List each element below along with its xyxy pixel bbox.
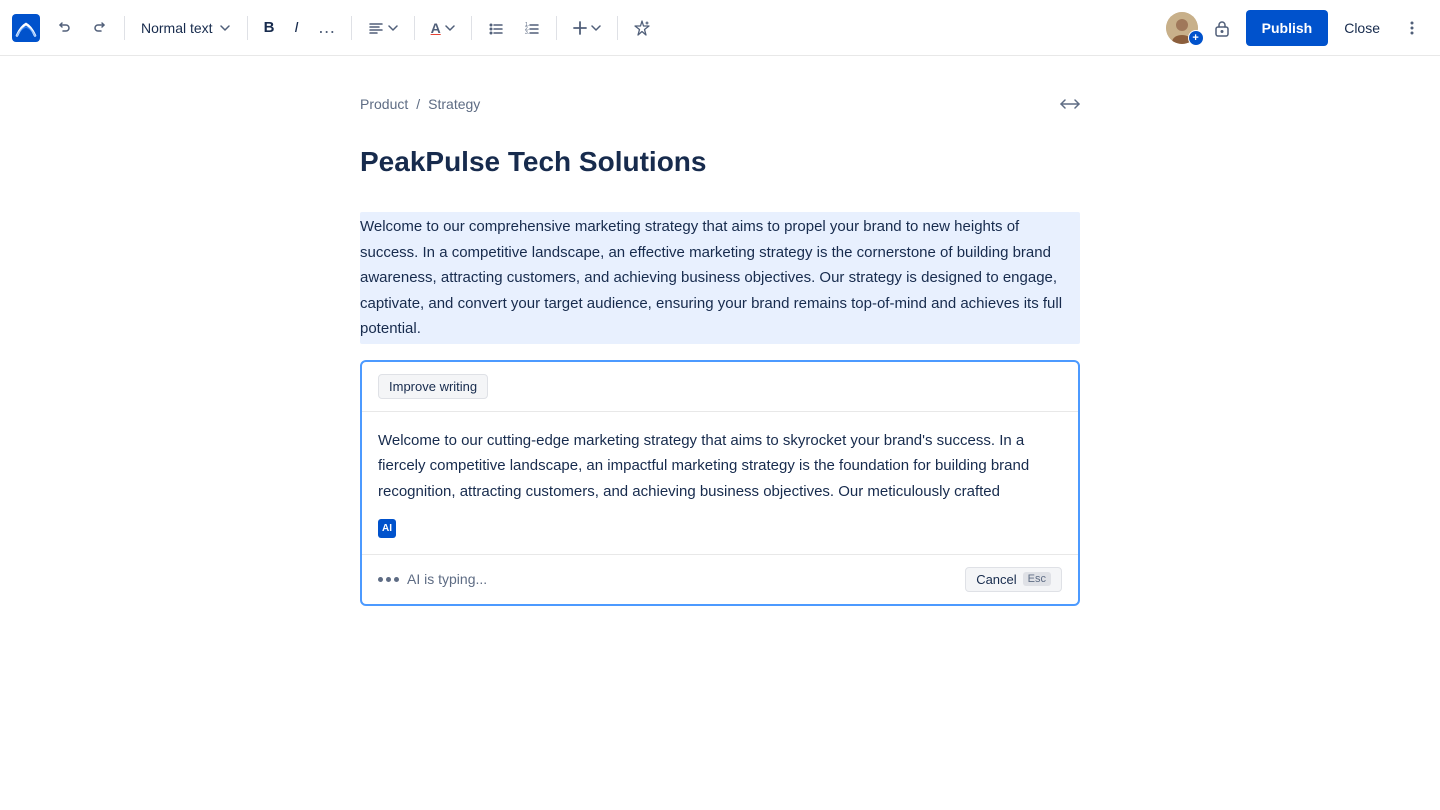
ai-generated-content: Welcome to our cutting-edge marketing st… [362, 412, 1078, 555]
breadcrumb-current[interactable]: Strategy [428, 96, 480, 112]
dot-2 [386, 577, 391, 582]
numbered-list-button[interactable]: 1. 2. 3. [516, 12, 548, 44]
divider-6 [556, 16, 557, 40]
align-button[interactable] [360, 12, 406, 44]
divider-3 [351, 16, 352, 40]
divider-7 [617, 16, 618, 40]
publish-label: Publish [1262, 20, 1313, 36]
breadcrumb: Product / Strategy [360, 96, 1080, 112]
lock-icon[interactable] [1206, 12, 1238, 44]
toolbar-right: + Publish Close [1166, 10, 1428, 46]
insert-button[interactable] [565, 12, 609, 44]
toolbar-left: Normal text B I … [12, 12, 1162, 44]
expand-width-button[interactable] [1060, 96, 1080, 112]
text-color-button[interactable]: A [423, 12, 463, 44]
text-style-label: Normal text [141, 20, 213, 36]
bold-button[interactable]: B [256, 12, 283, 44]
ai-improvement-panel: Improve writing Welcome to our cutting-e… [360, 360, 1080, 606]
divider-5 [471, 16, 472, 40]
divider-2 [247, 16, 248, 40]
more-formatting-label: … [318, 17, 336, 38]
esc-badge: Esc [1023, 572, 1051, 586]
selected-paragraph[interactable]: Welcome to our comprehensive marketing s… [360, 212, 1080, 344]
ai-panel-footer: AI is typing... Cancel Esc [362, 555, 1078, 604]
ai-badge: AI [378, 519, 396, 538]
typing-dots [378, 577, 399, 582]
dot-1 [378, 577, 383, 582]
close-label: Close [1344, 20, 1380, 36]
divider-1 [124, 16, 125, 40]
publish-button[interactable]: Publish [1246, 10, 1329, 46]
cancel-label: Cancel [976, 572, 1016, 587]
more-formatting-button[interactable]: … [311, 12, 343, 44]
svg-text:3.: 3. [525, 30, 529, 36]
ai-typing-label: AI is typing... [407, 571, 957, 587]
app-logo [12, 14, 40, 42]
divider-4 [414, 16, 415, 40]
breadcrumb-parent[interactable]: Product [360, 96, 408, 112]
undo-button[interactable] [48, 12, 80, 44]
breadcrumb-separator: / [416, 96, 420, 112]
page-content: Product / Strategy PeakPulse Tech Soluti… [340, 56, 1100, 686]
text-style-dropdown[interactable]: Normal text [133, 12, 239, 44]
ai-button[interactable] [626, 12, 658, 44]
dot-3 [394, 577, 399, 582]
ai-panel-header: Improve writing [362, 362, 1078, 412]
more-options-button[interactable] [1396, 12, 1428, 44]
toolbar: Normal text B I … [0, 0, 1440, 56]
italic-button[interactable]: I [286, 12, 306, 44]
bullet-list-button[interactable] [480, 12, 512, 44]
add-collaborator-button[interactable]: + [1188, 30, 1204, 46]
improve-writing-tag: Improve writing [378, 374, 488, 399]
bold-label: B [264, 19, 275, 36]
ai-generated-text: Welcome to our cutting-edge marketing st… [378, 432, 1029, 500]
redo-button[interactable] [84, 12, 116, 44]
page-title[interactable]: PeakPulse Tech Solutions [360, 144, 1080, 180]
close-button[interactable]: Close [1336, 10, 1388, 46]
avatar-wrap: + [1166, 12, 1198, 44]
cancel-button[interactable]: Cancel Esc [965, 567, 1062, 592]
italic-label: I [294, 19, 298, 36]
